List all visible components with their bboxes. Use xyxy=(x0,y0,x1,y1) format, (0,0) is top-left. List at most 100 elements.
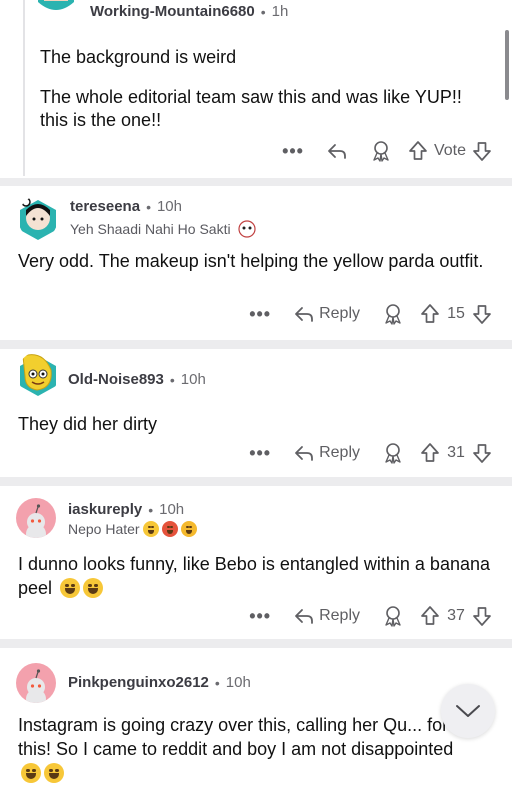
award-button[interactable] xyxy=(382,303,404,325)
downvote-button[interactable] xyxy=(472,303,492,325)
username[interactable]: Working-Mountain6680 xyxy=(90,3,255,20)
reply-button[interactable] xyxy=(326,141,348,161)
reply-button[interactable]: Reply xyxy=(293,606,360,626)
rofl-emoji-icon xyxy=(60,578,81,598)
reply-label: Reply xyxy=(319,305,360,322)
downvote-arrow-icon xyxy=(473,142,491,161)
separator-dot: • xyxy=(260,3,266,20)
upvote-arrow-icon xyxy=(421,606,439,625)
more-options-button[interactable]: ••• xyxy=(249,607,271,625)
more-options-button[interactable]: ••• xyxy=(249,305,271,323)
laughing-emoji-icon xyxy=(83,578,104,598)
user-flair: Nepo Hater xyxy=(68,521,197,537)
separator-dot: • xyxy=(148,501,154,518)
comment-meta: Working-Mountain6680 • 1h xyxy=(90,3,288,20)
award-button[interactable] xyxy=(382,605,404,627)
username[interactable]: iaskureply xyxy=(68,501,142,518)
scrollbar[interactable] xyxy=(505,30,509,100)
comment-card: Pinkpenguinxo2612 • 10h Instagram is goi… xyxy=(0,648,512,789)
laughing-emoji-icon xyxy=(21,763,41,783)
user-avatar[interactable] xyxy=(18,196,58,240)
comment-meta: tereseena • 10h xyxy=(70,198,182,215)
scroll-down-button[interactable] xyxy=(441,684,495,738)
upvote-arrow-icon xyxy=(421,443,439,462)
comment-body: The background is weird The whole editor… xyxy=(40,46,494,132)
reply-arrow-icon xyxy=(295,307,313,322)
reply-button[interactable]: Reply xyxy=(293,443,360,463)
comment-paragraph: The whole editorial team saw this and wa… xyxy=(40,87,462,130)
comment-meta: Old-Noise893 • 10h xyxy=(68,371,206,388)
downvote-arrow-icon xyxy=(473,607,491,626)
comment-card: tereseena • 10h Yeh Shaadi Nahi Ho Sakti… xyxy=(0,186,512,340)
comment-card: Old-Noise893 • 10h They did her dirty ••… xyxy=(0,349,512,477)
award-icon xyxy=(373,141,389,162)
upvote-button[interactable] xyxy=(408,140,428,162)
reply-arrow-icon xyxy=(295,609,313,624)
more-options-button[interactable]: ••• xyxy=(249,444,271,462)
laughing-emoji-icon xyxy=(44,763,64,783)
award-icon xyxy=(385,606,401,627)
vote-count: 31 xyxy=(447,444,465,461)
vote-count: 37 xyxy=(447,607,465,624)
comment-text: They did her dirty xyxy=(18,414,158,434)
angry-emoji-icon xyxy=(161,521,178,537)
separator-dot: • xyxy=(169,371,175,388)
downvote-button[interactable] xyxy=(472,605,492,627)
reply-arrow-icon xyxy=(295,446,313,461)
thread-line[interactable] xyxy=(23,0,25,176)
separator-dot: • xyxy=(214,674,220,691)
reply-label: Reply xyxy=(319,444,360,461)
comment-text: I dunno looks funny, like Bebo is entang… xyxy=(18,552,494,600)
award-icon xyxy=(385,304,401,325)
upvote-arrow-icon xyxy=(421,304,439,323)
more-options-button[interactable]: ••• xyxy=(282,142,304,160)
comment-card: Working-Mountain6680 • 1h The background… xyxy=(0,0,512,178)
comment-card: iaskureply • 10h Nepo Hater I dunno look… xyxy=(0,486,512,639)
user-avatar[interactable] xyxy=(16,498,56,538)
downvote-arrow-icon xyxy=(473,444,491,463)
timestamp: 10h xyxy=(156,198,182,215)
timestamp: 10h xyxy=(180,371,206,388)
user-avatar[interactable] xyxy=(17,352,59,396)
award-button[interactable] xyxy=(370,140,392,162)
downvote-button[interactable] xyxy=(472,442,492,464)
reply-button[interactable]: Reply xyxy=(293,304,360,324)
upvote-button[interactable] xyxy=(420,303,440,325)
separator-dot: • xyxy=(146,198,151,215)
comment-actions: ••• Vote xyxy=(282,140,492,162)
comment-body: Instagram is going crazy over this, call… xyxy=(18,713,472,785)
chevron-down-icon xyxy=(456,705,480,717)
award-button[interactable] xyxy=(382,442,404,464)
comment-body: I dunno looks funny, like Bebo is entang… xyxy=(18,552,494,600)
comment-meta: iaskureply • 10h xyxy=(68,501,184,518)
comment-text-span: Instagram is going crazy over this, call… xyxy=(18,715,454,759)
comment-actions: ••• Reply 15 xyxy=(249,303,492,325)
user-avatar[interactable] xyxy=(16,663,56,703)
upvote-button[interactable] xyxy=(420,442,440,464)
username[interactable]: Old-Noise893 xyxy=(68,371,164,388)
comment-body: Very odd. The makeup isn't helping the y… xyxy=(18,250,494,273)
comment-actions: ••• Reply 37 xyxy=(249,605,492,627)
user-flair: Yeh Shaadi Nahi Ho Sakti xyxy=(70,220,257,238)
user-avatar[interactable] xyxy=(34,0,78,24)
flair-text: Nepo Hater xyxy=(68,521,140,537)
flair-emblem-icon xyxy=(237,220,256,238)
comment-actions: ••• Reply 31 xyxy=(249,442,492,464)
upvote-button[interactable] xyxy=(420,605,440,627)
timestamp: 10h xyxy=(225,674,251,691)
username[interactable]: Pinkpenguinxo2612 xyxy=(68,674,209,691)
comment-body: They did her dirty xyxy=(18,413,494,436)
timestamp: 1h xyxy=(271,3,289,20)
comment-meta: Pinkpenguinxo2612 • 10h xyxy=(68,674,251,691)
downvote-arrow-icon xyxy=(473,305,491,324)
award-icon xyxy=(385,443,401,464)
username[interactable]: tereseena xyxy=(70,198,140,215)
upvote-arrow-icon xyxy=(409,141,427,160)
comment-text: Instagram is going crazy over this, call… xyxy=(18,713,472,785)
confounded-emoji-icon xyxy=(180,521,197,537)
reply-arrow-icon xyxy=(328,144,346,159)
downvote-button[interactable] xyxy=(472,140,492,162)
timestamp: 10h xyxy=(159,501,185,518)
comment-paragraph: The background is weird xyxy=(40,47,237,67)
comment-text: Very odd. The makeup isn't helping the y… xyxy=(18,251,484,271)
